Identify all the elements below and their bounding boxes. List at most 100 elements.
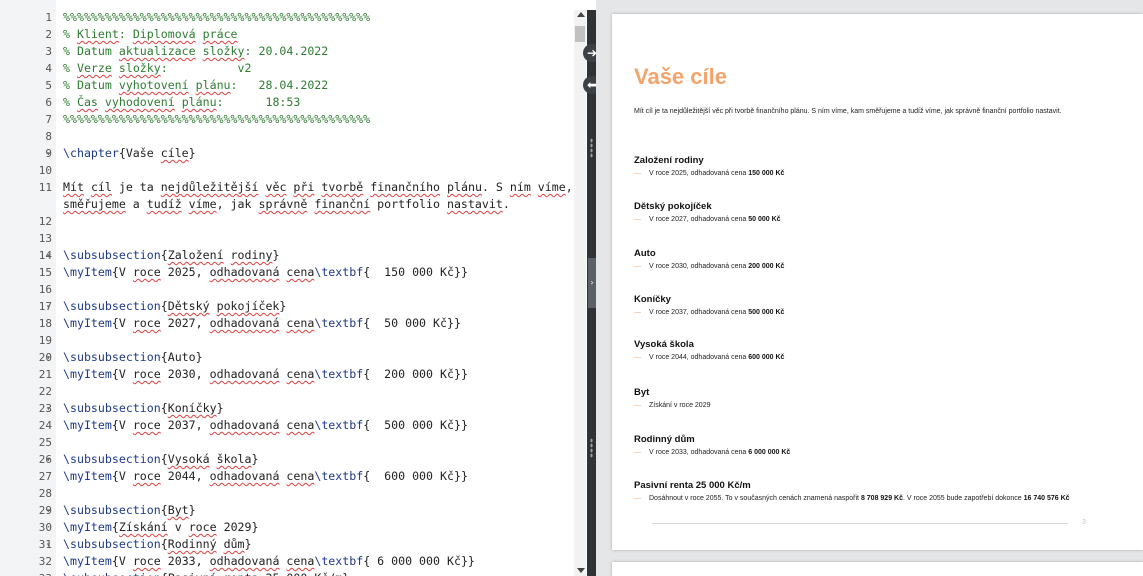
- editor-scrollbar[interactable]: [574, 10, 586, 576]
- line-number: 26: [38, 453, 52, 466]
- goal-detail: — V roce 2044, odhadovaná cena 600 000 Kč: [634, 353, 1114, 362]
- goal-dash: —: [634, 216, 641, 223]
- fold-toggle-icon[interactable]: ▾: [46, 145, 51, 162]
- code-line[interactable]: \myItem{Získání v roce 2029}: [63, 519, 259, 536]
- code-token: : 18:53: [216, 95, 301, 109]
- misspelled-word: cíle: [160, 146, 189, 160]
- editor-scrollbar-thumb[interactable]: [575, 26, 585, 42]
- page-title: Vaše cíle: [634, 64, 727, 89]
- goal-text-part: Dosáhnout v roce 2055. To v současných c…: [649, 495, 861, 502]
- goal-amount: 150 000 Kč: [748, 170, 785, 177]
- goal-dash: —: [634, 449, 641, 456]
- goal-title: Založení rodiny: [634, 155, 704, 166]
- goal-text-part: V roce 2027, odhadovaná cena: [649, 216, 749, 223]
- code-line[interactable]: \myItem{V roce 2025, odhadovaná cena\tex…: [63, 264, 468, 281]
- goal-text: Dosáhnout v roce 2055. To v současných c…: [634, 494, 1114, 503]
- fold-toggle-icon[interactable]: ▾: [46, 502, 51, 519]
- code-token: : 28.04.2022: [230, 78, 329, 92]
- code-line[interactable]: \subsubsection{Dětský pokojíček}: [63, 298, 286, 315]
- code-line[interactable]: % Klient: Diplomová práce: [63, 26, 238, 43]
- misspelled-word: Dětský: [167, 299, 210, 313]
- code-token: }: [188, 146, 196, 160]
- misspelled-word: roce: [132, 316, 161, 330]
- goal-title: Byt: [634, 387, 650, 398]
- code-line[interactable]: \subsubsection{Založení rodiny}: [63, 247, 279, 264]
- code-line[interactable]: % Datum vyhotovení plánu: 28.04.2022: [63, 77, 328, 94]
- misspelled-word: složky: [118, 61, 161, 75]
- misspelled-word: cena: [286, 418, 315, 432]
- code-token: {: [160, 248, 168, 262]
- code-line[interactable]: % Verze složky: v2: [63, 60, 252, 77]
- line-number: 13: [38, 232, 52, 245]
- code-token: je ta: [111, 180, 161, 194]
- code-token: \textbf: [314, 367, 364, 381]
- fold-toggle-icon[interactable]: ▾: [46, 451, 51, 468]
- goal-text-part: . V roce 2055 bude zapotřebí dokonce: [903, 495, 1024, 502]
- fold-toggle-icon[interactable]: ▾: [46, 298, 51, 315]
- goal-amount: 50 000 Kč: [748, 216, 781, 223]
- misspelled-word: plánu: [447, 180, 482, 194]
- line-number: 10: [38, 164, 52, 177]
- code-token: \myItem: [63, 554, 112, 568]
- fold-toggle-icon[interactable]: ▾: [46, 400, 51, 417]
- scroll-up-arrow-icon[interactable]: [577, 12, 585, 17]
- code-line[interactable]: % Čas vyhodovení plánu: 18:53: [63, 94, 300, 111]
- code-line[interactable]: \subsubsection{Vysoká škola}: [63, 451, 258, 468]
- goal-amount: 500 000 Kč: [748, 309, 785, 316]
- misspelled-word: nastavit: [446, 197, 503, 211]
- code-line[interactable]: %%%%%%%%%%%%%%%%%%%%%%%%%%%%%%%%%%%%%%%%…: [63, 9, 370, 26]
- scroll-down-arrow-icon[interactable]: [577, 568, 585, 573]
- code-line[interactable]: \subsubsection{Auto}: [63, 349, 203, 366]
- code-line[interactable]: \chapter{Vaše cíle}: [63, 145, 196, 162]
- code-token: {: [161, 571, 168, 576]
- code-token: \subsubsection: [63, 503, 161, 517]
- line-number: 19: [38, 334, 52, 347]
- code-line[interactable]: Mít cíl je ta nejdůležitější věc při tvo…: [63, 179, 572, 196]
- line-number: 22: [38, 385, 52, 398]
- line-number: 3: [45, 45, 52, 58]
- code-line[interactable]: směřujeme a tudíž víme, jak správně fina…: [63, 196, 510, 213]
- page-number: 3: [1082, 519, 1086, 526]
- fold-toggle-icon[interactable]: ▾: [46, 536, 51, 553]
- line-number: 5: [45, 79, 52, 92]
- misspelled-word: cena: [286, 367, 315, 381]
- code-token: \subsubsection: [63, 571, 161, 576]
- code-line[interactable]: \subsubsection{Pasivní renta 25 000 Kč/m…: [63, 570, 349, 576]
- code-token: , kam: [566, 180, 572, 194]
- code-line[interactable]: %%%%%%%%%%%%%%%%%%%%%%%%%%%%%%%%%%%%%%%%…: [63, 111, 370, 128]
- splitter-grip-icon[interactable]: [590, 138, 593, 158]
- code-line[interactable]: \myItem{V roce 2037, odhadovaná cena\tex…: [63, 417, 468, 434]
- code-line[interactable]: \subsubsection{Koníčky}: [63, 400, 224, 417]
- goal-text: V roce 2025, odhadovaná cena 150 000 Kč: [634, 169, 1114, 178]
- line-number: 23: [38, 402, 52, 415]
- misspelled-word: vyhodovení: [104, 95, 175, 109]
- line-number: 16: [38, 283, 52, 296]
- line-number: 12: [38, 215, 52, 228]
- splitter-grip-icon[interactable]: [590, 438, 593, 458]
- misspelled-word: Koníčky: [167, 401, 217, 415]
- code-editor[interactable]: 1%%%%%%%%%%%%%%%%%%%%%%%%%%%%%%%%%%%%%%%…: [0, 0, 572, 576]
- misspelled-word: odhadovaná: [209, 367, 280, 381]
- code-line[interactable]: \myItem{V roce 2030, odhadovaná cena\tex…: [63, 366, 468, 383]
- code-token: : 20.04.2022: [244, 44, 329, 58]
- code-token: { 6 000 000 Kč}}: [363, 554, 475, 568]
- collapse-pane-button[interactable]: ›: [588, 258, 596, 308]
- line-number: 4: [45, 62, 52, 75]
- code-line[interactable]: % Datum aktualizace složky: 20.04.2022: [63, 43, 328, 60]
- code-line[interactable]: \subsubsection{Rodinný dům}: [63, 536, 252, 553]
- fold-toggle-icon[interactable]: ▾: [46, 570, 51, 576]
- code-token: \textbf: [314, 316, 364, 330]
- code-line[interactable]: \myItem{V roce 2033, odhadovaná cena\tex…: [63, 553, 475, 570]
- fold-toggle-icon[interactable]: ▾: [46, 247, 51, 264]
- fold-toggle-icon[interactable]: ▾: [46, 349, 51, 366]
- misspelled-word: finanční: [314, 197, 371, 211]
- misspelled-word: Založení: [167, 248, 224, 262]
- code-line[interactable]: \myItem{V roce 2027, odhadovaná cena\tex…: [63, 315, 461, 332]
- line-number: 25: [38, 436, 52, 449]
- code-token: {: [160, 299, 168, 313]
- code-line[interactable]: \myItem{V roce 2044, odhadovaná cena\tex…: [63, 468, 468, 485]
- code-line[interactable]: \subsubsection{Byt}: [63, 502, 196, 519]
- code-token: v: [167, 520, 189, 534]
